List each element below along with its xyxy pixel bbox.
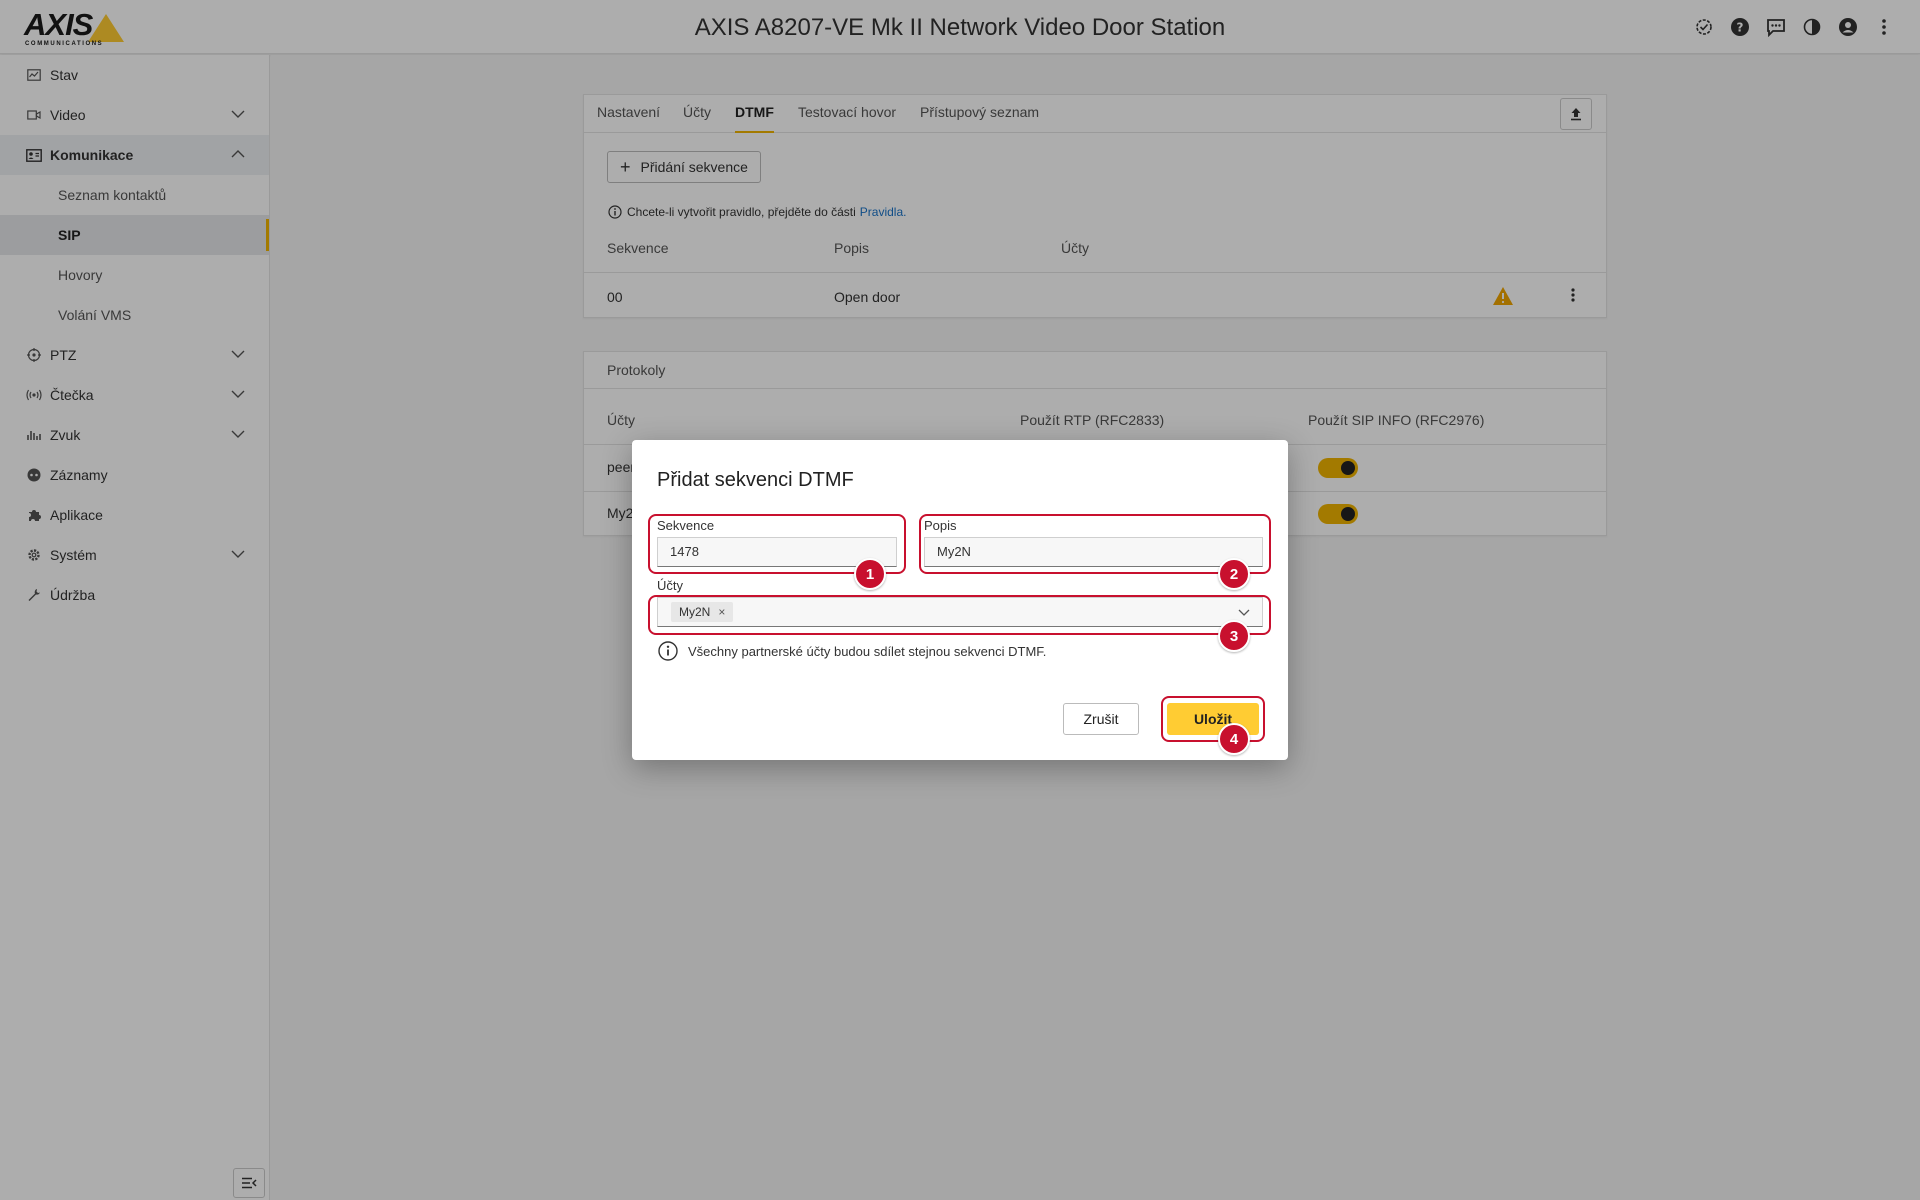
step-badge-4: 4: [1218, 723, 1250, 755]
accounts-info: Všechny partnerské účty budou sdílet ste…: [658, 641, 1046, 661]
add-dtmf-dialog: Přidat sekvenci DTMF Sekvence 1478 1 Pop…: [632, 440, 1288, 760]
step-badge-3: 3: [1218, 620, 1250, 652]
highlight-box-2: [919, 514, 1271, 574]
accounts-label: Účty: [657, 578, 683, 593]
cancel-button[interactable]: Zrušit: [1063, 703, 1139, 735]
info-icon: [658, 641, 678, 661]
highlight-box-3: [648, 595, 1271, 635]
accounts-info-text: Všechny partnerské účty budou sdílet ste…: [688, 643, 1047, 659]
step-badge-1: 1: [854, 558, 886, 590]
dialog-title: Přidat sekvenci DTMF: [657, 469, 854, 491]
step-badge-2: 2: [1218, 558, 1250, 590]
